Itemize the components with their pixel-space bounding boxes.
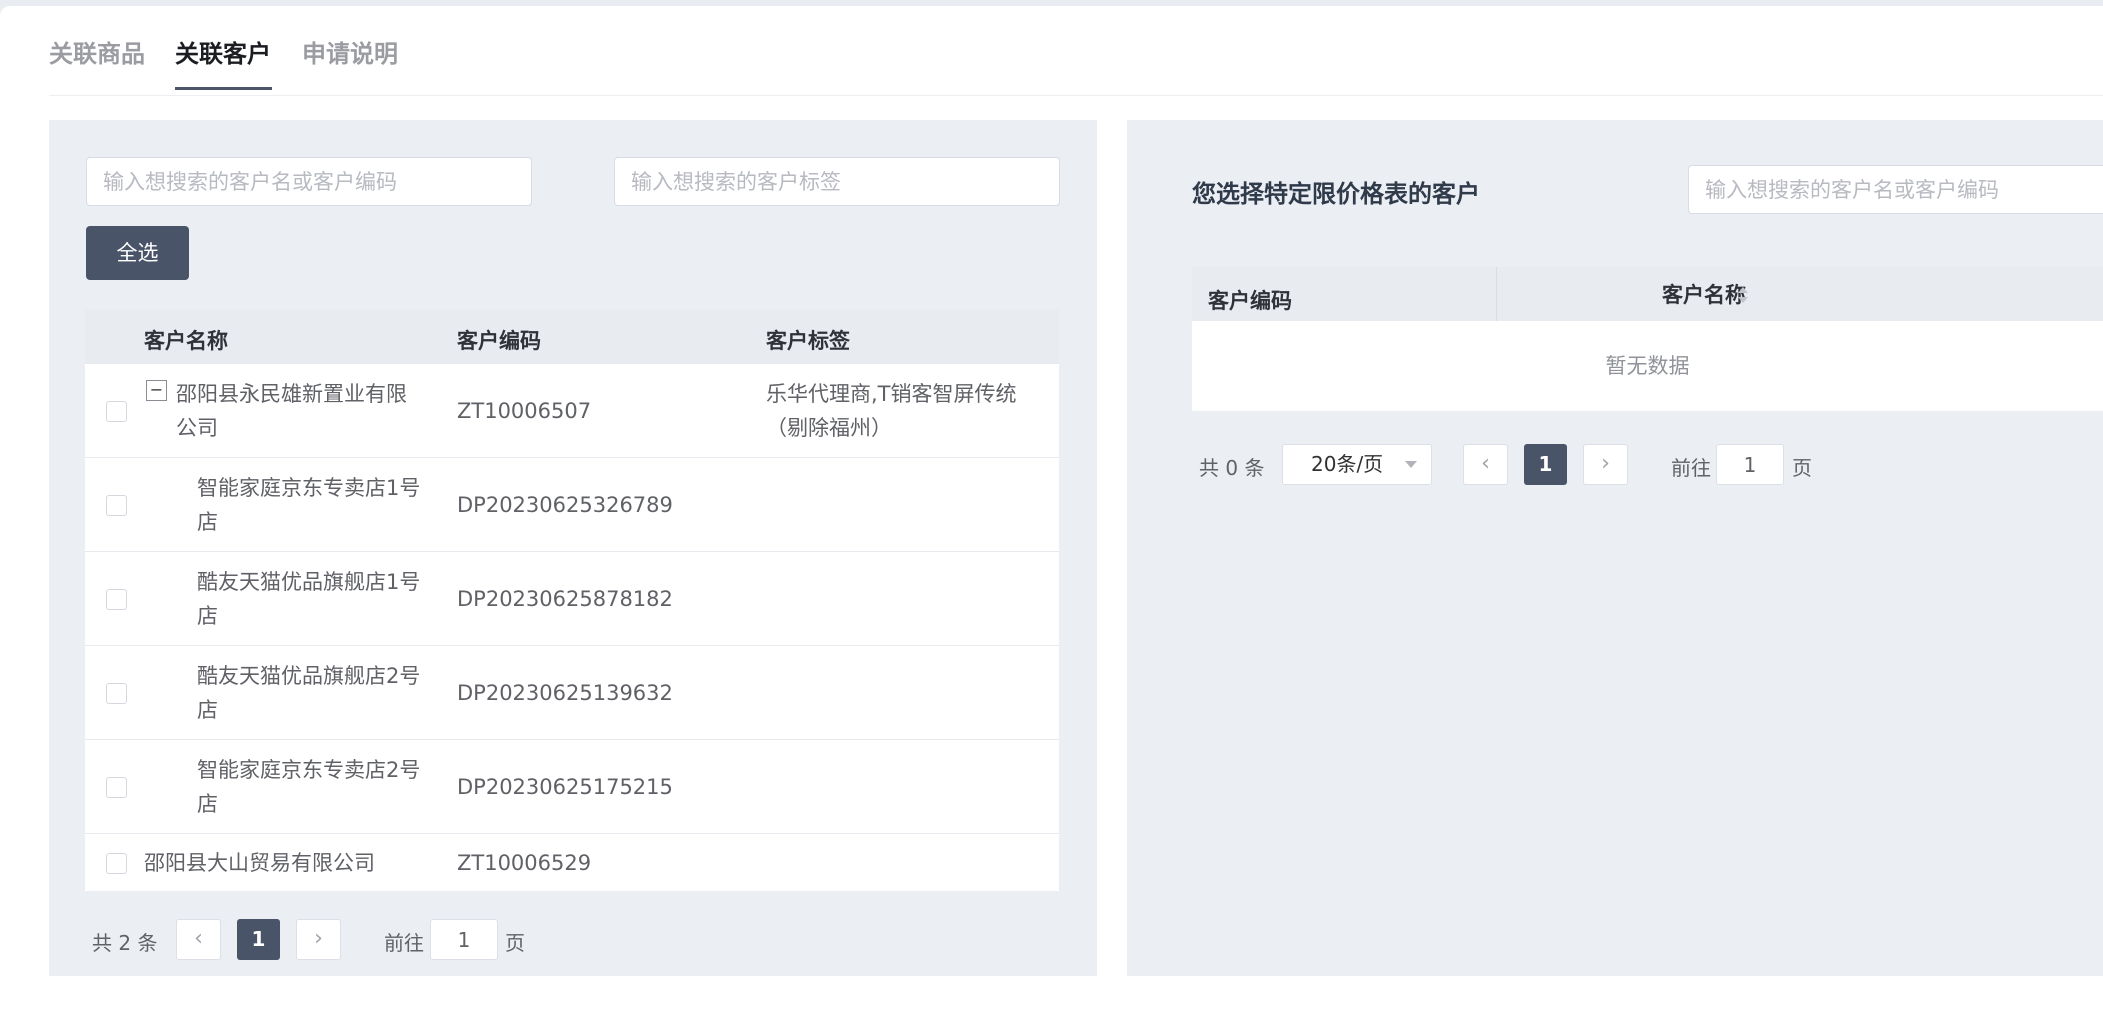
- customer-code: DP20230625175215: [457, 775, 673, 799]
- tab-application-notes[interactable]: 申请说明: [302, 34, 398, 69]
- row-checkbox[interactable]: [106, 683, 127, 704]
- table-header: 客户编码 客户名称: [1192, 267, 2103, 321]
- row-checkbox[interactable]: [106, 589, 127, 610]
- sort-icon[interactable]: [1736, 284, 1750, 306]
- goto-label: 前往: [384, 931, 424, 955]
- customer-name: 酷友天猫优品旗舰店1号店: [197, 570, 421, 628]
- customer-name: 邵阳县大山贸易有限公司: [144, 851, 375, 875]
- table-row[interactable]: 酷友天猫优品旗舰店1号店 DP20230625878182: [85, 551, 1059, 645]
- table-row[interactable]: − 邵阳县永民雄新置业有限公司 ZT10006507 乐华代理商,T销客智屏传统…: [85, 363, 1059, 457]
- column-header-customer-tag: 客户标签: [766, 329, 850, 353]
- customer-selection-panel: 全选 客户名称 客户编码 客户标签 − 邵阳县永民雄新置业有限公司 ZT1000…: [49, 120, 1097, 976]
- customer-tag: 乐华代理商,T销客智屏传统（剔除福州）: [766, 382, 1017, 440]
- selected-customer-table: 客户编码 客户名称 暂无数据: [1192, 267, 2103, 411]
- column-header-customer-name[interactable]: 客户名称: [1662, 279, 1746, 309]
- goto-page-input[interactable]: [1716, 444, 1784, 485]
- page-size-value: 20条/页: [1311, 452, 1384, 476]
- selected-customer-search-input[interactable]: [1688, 165, 2103, 214]
- column-divider: [1496, 267, 1497, 321]
- chevron-left-icon: ‹: [1481, 451, 1490, 476]
- customer-table: 客户名称 客户编码 客户标签 − 邵阳县永民雄新置业有限公司 ZT1000650…: [85, 310, 1059, 891]
- customer-code: DP20230625326789: [457, 493, 673, 517]
- customer-code: DP20230625878182: [457, 587, 673, 611]
- customer-name: 智能家庭京东专卖店1号店: [197, 476, 421, 534]
- table-row[interactable]: 酷友天猫优品旗舰店2号店 DP20230625139632: [85, 645, 1059, 739]
- tab-bar: 关联商品 关联客户 申请说明: [49, 6, 2103, 96]
- table-header: 客户名称 客户编码 客户标签: [85, 310, 1059, 363]
- page-size-select[interactable]: 20条/页: [1282, 444, 1432, 485]
- collapse-icon[interactable]: −: [146, 380, 167, 401]
- column-header-customer-code: 客户编码: [1208, 289, 1292, 313]
- empty-state-text: 暂无数据: [1605, 354, 1690, 378]
- column-header-customer-name: 客户名称: [144, 329, 228, 353]
- chevron-left-icon: ‹: [194, 926, 203, 951]
- table-row[interactable]: 邵阳县大山贸易有限公司 ZT10006529: [85, 833, 1059, 891]
- pagination-total: 共 0 条: [1199, 456, 1265, 480]
- page-suffix-label: 页: [505, 931, 525, 955]
- customer-name: 智能家庭京东专卖店2号店: [197, 758, 421, 816]
- active-tab-indicator: [175, 87, 272, 90]
- prev-page-button[interactable]: ‹: [1463, 444, 1508, 485]
- pagination-total: 共 2 条: [92, 931, 158, 955]
- column-header-customer-code: 客户编码: [457, 329, 541, 353]
- prev-page-button[interactable]: ‹: [176, 919, 221, 960]
- main-card: 关联商品 关联客户 申请说明 全选 客户名称 客户编码 客户标签 − 邵阳县永民…: [0, 6, 2103, 1029]
- customer-tag-search-input[interactable]: [614, 157, 1060, 206]
- customer-name: 酷友天猫优品旗舰店2号店: [197, 664, 421, 722]
- table-row[interactable]: 智能家庭京东专卖店2号店 DP20230625175215: [85, 739, 1059, 833]
- page-number-current[interactable]: 1: [1524, 444, 1567, 485]
- caret-down-icon: [1405, 461, 1417, 468]
- row-checkbox[interactable]: [106, 777, 127, 798]
- panel-title: 您选择特定限价格表的客户: [1192, 180, 1480, 208]
- row-checkbox[interactable]: [106, 401, 127, 422]
- chevron-right-icon: ›: [1601, 451, 1610, 476]
- goto-page-input[interactable]: [430, 919, 498, 960]
- row-checkbox[interactable]: [106, 853, 127, 874]
- left-pagination: 共 2 条 ‹ 1 › 前往 页: [49, 919, 649, 961]
- customer-name-search-input[interactable]: [86, 157, 532, 206]
- select-all-button[interactable]: 全选: [86, 226, 189, 280]
- right-pagination: 共 0 条 20条/页 ‹ 1 › 前往 页: [1192, 444, 1892, 486]
- page-suffix-label: 页: [1792, 456, 1812, 480]
- chevron-right-icon: ›: [314, 926, 323, 951]
- page-number-current[interactable]: 1: [237, 919, 280, 960]
- customer-code: DP20230625139632: [457, 681, 673, 705]
- next-page-button[interactable]: ›: [296, 919, 341, 960]
- selected-customers-panel: 您选择特定限价格表的客户 客户编码 客户名称 暂无数据 共 0 条 20条/页 …: [1127, 120, 2103, 976]
- goto-label: 前往: [1671, 456, 1711, 480]
- tab-related-products[interactable]: 关联商品: [49, 34, 145, 69]
- customer-code: ZT10006507: [457, 399, 592, 423]
- customer-code: ZT10006529: [457, 851, 592, 875]
- next-page-button[interactable]: ›: [1583, 444, 1628, 485]
- customer-name: 邵阳县永民雄新置业有限公司: [176, 382, 407, 440]
- table-row[interactable]: 智能家庭京东专卖店1号店 DP20230625326789: [85, 457, 1059, 551]
- row-checkbox[interactable]: [106, 495, 127, 516]
- tab-related-customers[interactable]: 关联客户: [175, 34, 271, 69]
